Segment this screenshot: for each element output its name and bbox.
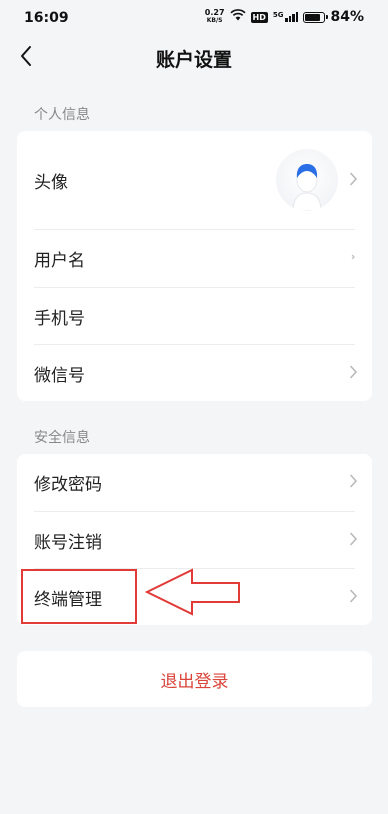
status-icons: 0.27 KB/S HD 5G 84% [205,9,364,26]
chevron-right-icon [349,171,358,190]
page-title: 账户设置 [155,49,232,71]
signal-5g-icon: 5G [273,12,299,22]
net-speed-unit: KB/S [206,17,223,24]
wifi-icon [229,9,246,25]
net-speed-value: 0.27 [204,8,225,17]
status-bar: 16:09 0.27 KB/S HD 5G 84% [0,0,388,36]
chevron-right-icon [349,364,358,383]
chevron-right-icon [349,588,358,607]
hd-badge: HD [250,11,268,23]
network-type-label: 5G [272,11,284,19]
row-wechat-id[interactable]: 微信号 [17,345,372,401]
personal-info-card: 头像 用户名 手机号 微信号 [17,131,372,401]
net-speed-indicator: 0.27 KB/S [205,9,225,25]
default-avatar-icon [276,149,338,211]
row-username[interactable]: 用户名 [17,230,372,287]
annotation-highlight-box [21,569,137,624]
row-label: 微信号 [34,365,85,386]
section-label-personal: 个人信息 [34,107,90,123]
logout-button[interactable]: 退出登录 [17,651,372,707]
row-label: 头像 [34,172,68,193]
row-account-cancellation[interactable]: 账号注销 [17,512,372,568]
chevron-right-icon [349,249,358,268]
nav-bar: 账户设置 [0,36,388,80]
annotation-arrow-icon [144,568,245,622]
row-avatar[interactable]: 头像 [17,131,372,229]
battery-icon [303,11,329,23]
battery-percent: 84% [330,9,364,25]
row-label: 用户名 [34,251,85,271]
chevron-right-icon [349,473,358,492]
section-label-security: 安全信息 [34,430,90,446]
row-phone-number[interactable]: 手机号 [17,288,372,344]
row-label: 手机号 [34,308,85,329]
row-change-password[interactable]: 修改密码 [17,454,372,511]
chevron-right-icon [349,531,358,550]
row-label: 账号注销 [34,532,102,553]
row-label: 修改密码 [34,475,102,495]
logout-label: 退出登录 [160,671,229,692]
status-time: 16:09 [24,10,69,26]
account-settings-screen: 16:09 0.27 KB/S HD 5G 84% 账户设置 个人信息 头像 用… [0,0,388,814]
